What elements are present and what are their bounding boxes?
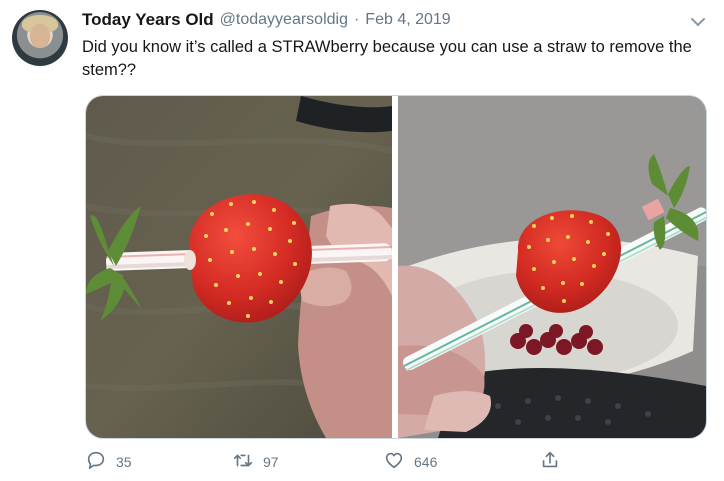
tweet-actions: 35 97 646 xyxy=(85,450,705,474)
tweet-header: Today Years Old @todayyearsoldig · Feb 4… xyxy=(82,8,682,32)
tweet-date[interactable]: Feb 4, 2019 xyxy=(365,11,450,29)
share-icon xyxy=(539,449,561,476)
reply-button[interactable]: 35 xyxy=(85,450,132,474)
photo-left[interactable] xyxy=(86,96,392,438)
photo-right[interactable] xyxy=(398,96,706,438)
like-count: 646 xyxy=(414,454,438,470)
media-grid xyxy=(85,95,707,439)
heart-icon xyxy=(383,449,405,476)
separator: · xyxy=(353,11,360,28)
retweet-count: 97 xyxy=(263,454,279,470)
retweet-button[interactable]: 97 xyxy=(232,450,279,474)
reply-count: 35 xyxy=(116,454,132,470)
retweet-icon xyxy=(232,449,254,476)
chevron-down-icon[interactable] xyxy=(686,10,710,34)
like-button[interactable]: 646 xyxy=(383,450,437,474)
handle[interactable]: @todayyearsoldig xyxy=(220,11,348,29)
display-name[interactable]: Today Years Old xyxy=(82,10,214,30)
avatar-face xyxy=(30,24,50,48)
avatar[interactable] xyxy=(12,10,68,66)
reply-icon xyxy=(85,449,107,476)
share-button[interactable] xyxy=(539,450,561,474)
tweet-text: Did you know it’s called a STRAWberry be… xyxy=(82,38,692,79)
